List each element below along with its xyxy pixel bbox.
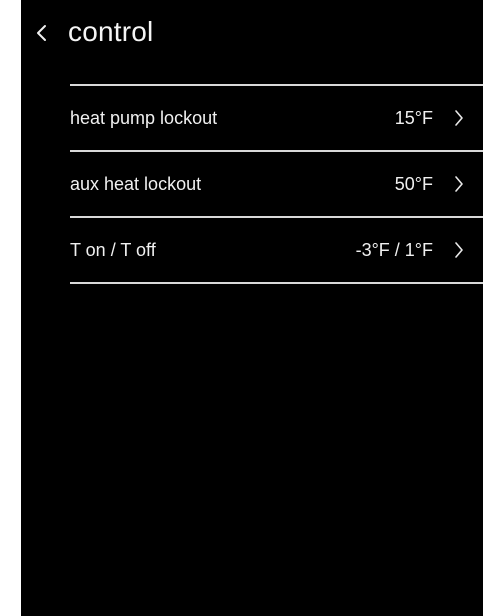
setting-row-aux-heat-lockout[interactable]: aux heat lockout 50°F (70, 152, 483, 216)
header: control (21, 0, 483, 70)
setting-row-heat-pump-lockout[interactable]: heat pump lockout 15°F (70, 86, 483, 150)
chevron-left-icon (31, 18, 55, 48)
setting-value: -3°F / 1°F (355, 240, 433, 260)
chevron-right-icon (454, 109, 464, 127)
setting-label: T on / T off (70, 240, 156, 260)
chevron-right-icon (454, 175, 464, 193)
divider (70, 282, 483, 284)
setting-row-t-on-t-off[interactable]: T on / T off -3°F / 1°F (70, 218, 483, 282)
setting-label: heat pump lockout (70, 108, 218, 128)
back-button[interactable] (31, 18, 55, 48)
setting-label: aux heat lockout (70, 174, 202, 194)
settings-list: heat pump lockout 15°F aux heat lockout … (70, 84, 483, 284)
setting-value: 15°F (394, 108, 433, 128)
setting-value: 50°F (394, 174, 433, 194)
page-title: control (68, 16, 154, 47)
thermostat-screen: control heat pump lockout 15°F aux heat … (21, 0, 483, 616)
chevron-right-icon (454, 241, 464, 259)
